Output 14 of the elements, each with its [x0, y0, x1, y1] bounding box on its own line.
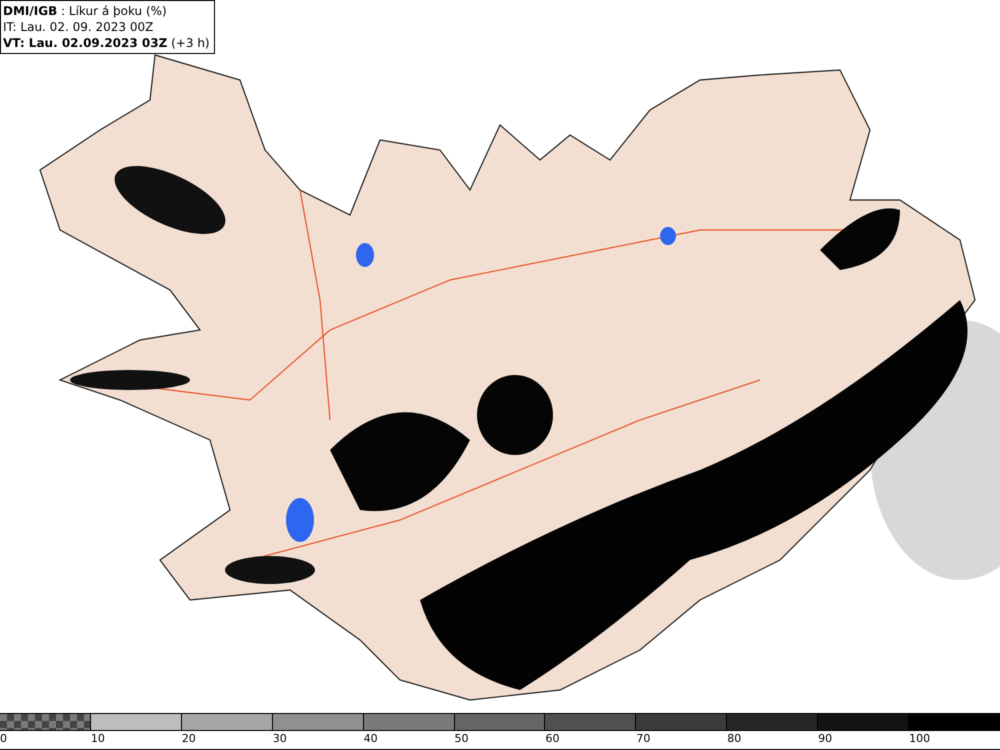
- header-text: DMI/IGB : Líkur á þoku (%): [3, 3, 168, 19]
- legend-label: 80: [727, 731, 742, 747]
- legend-label: 90: [818, 731, 832, 747]
- legend-label: 20: [182, 731, 196, 747]
- legend-label: 60: [545, 731, 560, 747]
- legend-label: 50: [454, 731, 469, 747]
- legend-label: 100: [909, 731, 930, 747]
- legend-label: 10: [90, 731, 105, 747]
- header-text: IT: Lau. 02. 09. 2023 00Z: [3, 19, 154, 35]
- legend-label: 30: [272, 731, 287, 747]
- legend-label: 70: [636, 731, 650, 747]
- legend-label: 0: [0, 731, 7, 747]
- header-text: VT: Lau. 02.09.2023 03Z (+3 h): [3, 35, 210, 51]
- legend-label: 40: [364, 731, 378, 747]
